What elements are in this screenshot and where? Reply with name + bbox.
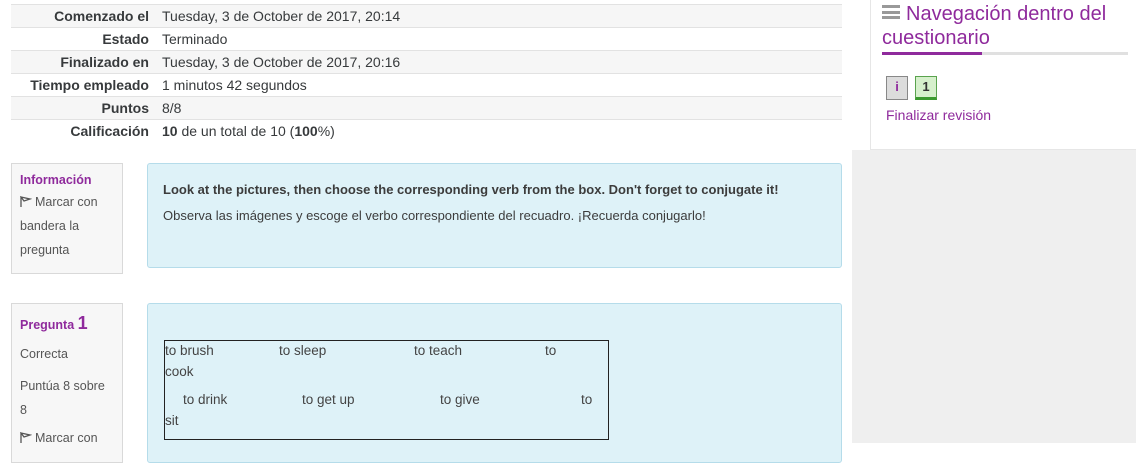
flag-icon: [20, 432, 32, 443]
quiz-navigation-title: Navegación dentro del cuestionario: [882, 2, 1132, 50]
verb-word: to drink: [183, 392, 228, 407]
summary-label: Finalizado en: [11, 50, 155, 74]
nav-question-1-button[interactable]: 1: [915, 76, 937, 100]
verb-word: to: [545, 343, 557, 358]
summary-label: Puntos: [11, 96, 155, 120]
verb-word: to give: [440, 392, 480, 407]
question-1-content: to brush to sleep to teach to cook to dr…: [147, 303, 842, 463]
flag-icon: [20, 196, 32, 207]
title-underline: [882, 52, 1128, 55]
verb-word: to get up: [302, 392, 355, 407]
question-label: Pregunta: [20, 318, 75, 332]
verb-word: to: [581, 392, 593, 407]
summary-value: Tuesday, 3 de October de 2017, 20:16: [155, 50, 842, 74]
summary-label: Estado: [11, 27, 155, 51]
verb-word: to brush: [165, 343, 214, 358]
summary-value: 1 minutos 42 segundos: [155, 73, 842, 97]
menu-icon[interactable]: [882, 5, 900, 19]
nav-info-button[interactable]: i: [886, 76, 908, 100]
info-question-sidebar: Información Marcar con bandera la pregun…: [11, 163, 123, 274]
summary-value: Terminado: [155, 27, 842, 51]
summary-label: Comenzado el: [11, 4, 155, 28]
summary-value: Tuesday, 3 de October de 2017, 20:14: [155, 4, 842, 28]
summary-row-started: Comenzado el Tuesday, 3 de October de 20…: [11, 4, 842, 28]
instruction-english: Look at the pictures, then choose the co…: [163, 182, 779, 197]
summary-row-points: Puntos 8/8: [11, 96, 842, 120]
grade-percent: 100: [294, 123, 318, 140]
verb-word: to teach: [414, 343, 463, 358]
summary-label: Calificación: [11, 119, 155, 143]
question-score: Puntúa 8 sobre 8: [20, 379, 105, 417]
question-number-value: 1: [77, 313, 88, 333]
summary-row-finished: Finalizado en Tuesday, 3 de October de 2…: [11, 50, 842, 74]
summary-row-state: Estado Terminado: [11, 27, 842, 51]
instruction-spanish: Observa las imágenes y escoge el verbo c…: [163, 208, 706, 223]
quiz-navigation-block: Navegación dentro del cuestionario i 1 F…: [870, 0, 1136, 150]
info-question-content: Look at the pictures, then choose the co…: [147, 163, 842, 268]
grade-mid: de un total de 10 (: [177, 123, 295, 140]
summary-row-time: Tiempo empleado 1 minutos 42 segundos: [11, 73, 842, 97]
question-number: Pregunta 1: [20, 310, 114, 338]
verb-word-box: to brush to sleep to teach to cook to dr…: [164, 340, 609, 440]
summary-value: 8/8: [155, 96, 842, 120]
finish-review-link[interactable]: Finalizar revisión: [886, 107, 991, 123]
verb-word: cook: [165, 364, 194, 379]
flag-question-link[interactable]: Marcar con bandera la pregunta: [20, 190, 114, 262]
sidebar-background: [852, 150, 1136, 443]
grade-value: 10: [162, 123, 178, 140]
summary-label: Tiempo empleado: [11, 73, 155, 97]
summary-value: 10 de un total de 10 (100%): [155, 119, 842, 143]
quiz-navigation-title-text: Navegación dentro del cuestionario: [882, 3, 1107, 49]
question-status: Correcta: [20, 347, 68, 361]
info-question-title: Información: [20, 173, 92, 187]
summary-row-grade: Calificación 10 de un total de 10 (100%): [11, 119, 842, 143]
verb-word: to sleep: [279, 343, 327, 358]
quiz-summary-table: Comenzado el Tuesday, 3 de October de 20…: [11, 4, 842, 143]
question-1-sidebar: Pregunta 1 Correcta Puntúa 8 sobre 8 Mar…: [11, 303, 123, 463]
flag-question-link[interactable]: Marcar con: [20, 426, 114, 450]
verb-word: sit: [165, 413, 179, 428]
grade-end: %): [317, 123, 335, 140]
